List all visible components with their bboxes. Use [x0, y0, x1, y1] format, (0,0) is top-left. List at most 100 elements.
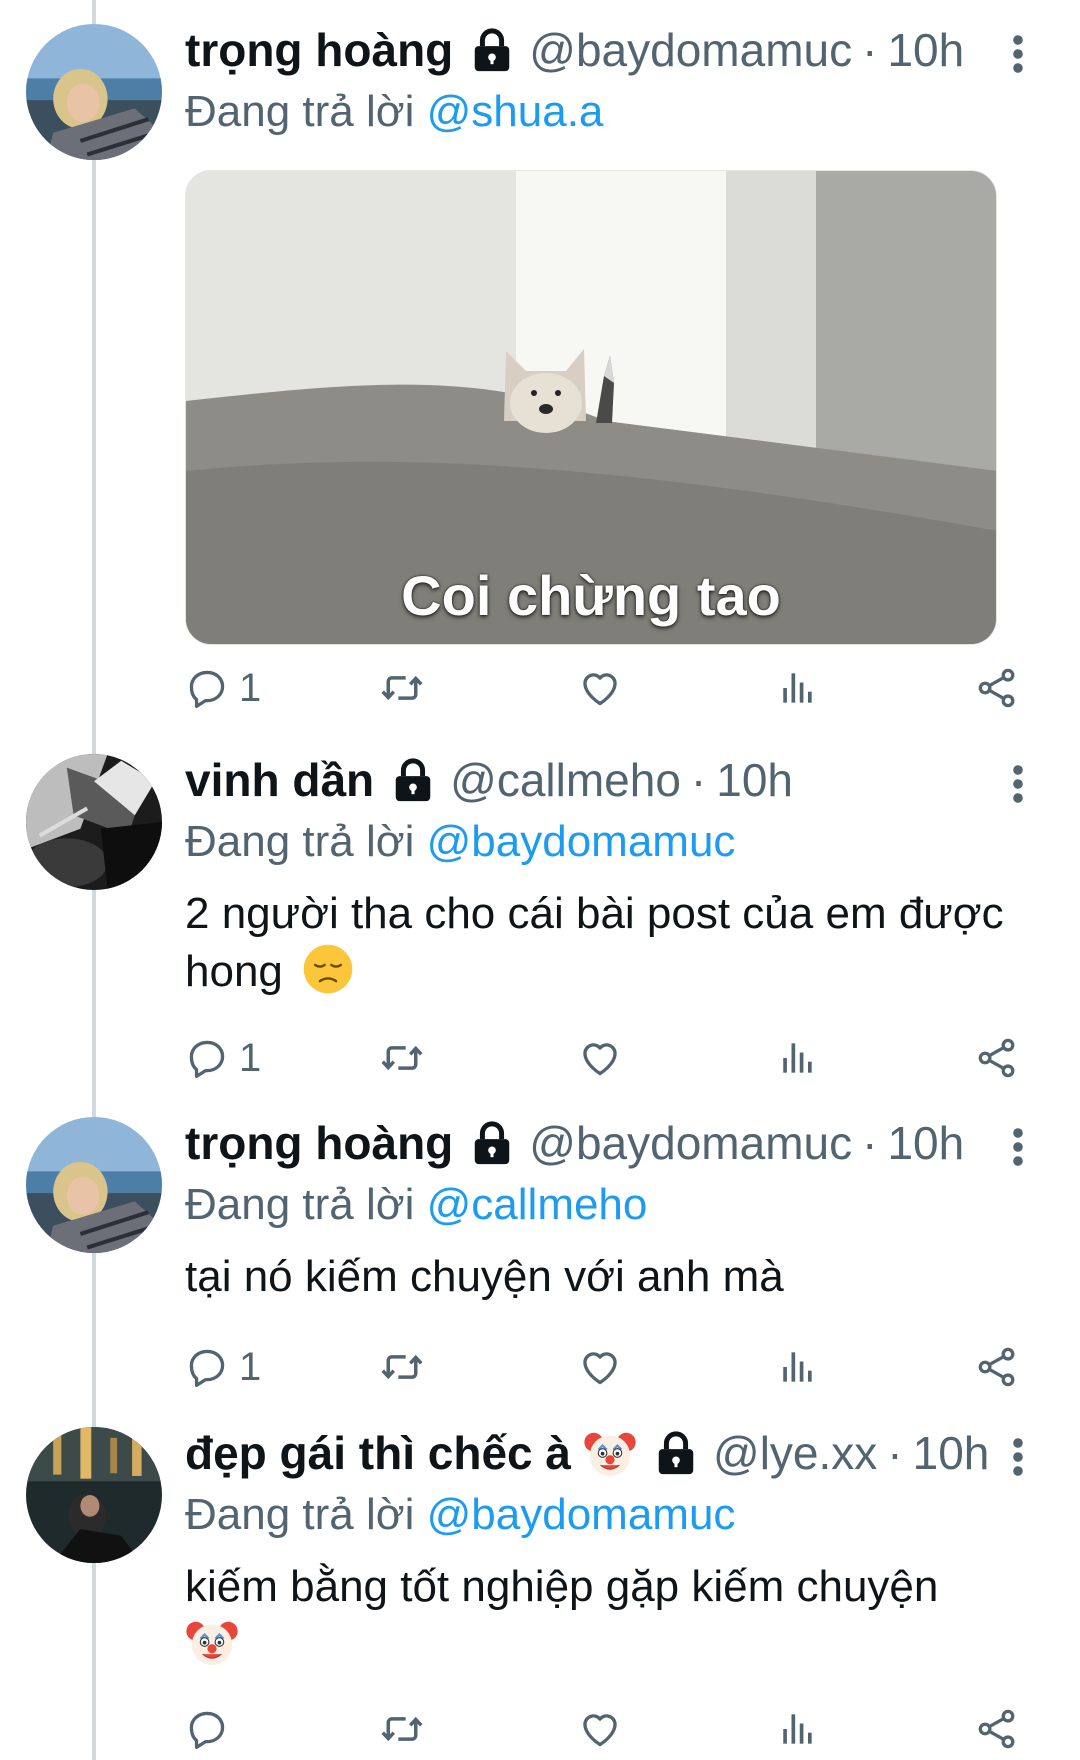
- avatar[interactable]: [26, 754, 162, 890]
- analytics-icon: [775, 1345, 819, 1389]
- avatar-person-night-city: [26, 1427, 162, 1563]
- retweet-icon: [380, 666, 424, 710]
- replying-to-mention[interactable]: @callmeho: [427, 1180, 648, 1229]
- tweet-text-content: tại nó kiếm chuyện với anh mà: [185, 1252, 784, 1301]
- username[interactable]: @baydomamuc: [529, 1113, 852, 1173]
- tweet-media-image[interactable]: Coi chừng tao: [185, 170, 997, 645]
- like-button[interactable]: [578, 1701, 622, 1757]
- timestamp[interactable]: 10h: [887, 20, 964, 80]
- reply-icon: [185, 1036, 229, 1080]
- reply-button[interactable]: [185, 1701, 239, 1757]
- tweet-actions: 1: [185, 1030, 1025, 1086]
- avatar-blonde-person-seaside: [26, 1117, 162, 1253]
- protected-lock-icon: [469, 1120, 515, 1166]
- heart-icon: [578, 1345, 622, 1389]
- tweet-text: 2 người tha cho cái bài post của em được…: [185, 886, 1015, 1000]
- display-name[interactable]: đẹp gái thì chếc à: [185, 1423, 571, 1483]
- tweet[interactable]: vinh dần @callmeho · 10h Đang trả lời @b…: [0, 730, 1080, 1090]
- tweet-actions: [185, 1701, 1025, 1757]
- tweet-header: trọng hoàng @baydomamuc · 10h: [185, 20, 990, 80]
- tweet-header: vinh dần @callmeho · 10h: [185, 750, 990, 810]
- views-button[interactable]: [775, 1701, 819, 1757]
- retweet-button[interactable]: [380, 1701, 424, 1757]
- like-button[interactable]: [578, 660, 622, 716]
- replying-to-label: Đang trả lời: [185, 87, 415, 136]
- tweet-actions: 1: [185, 660, 1025, 716]
- clown-face-emoji-icon: [185, 1615, 239, 1669]
- more-options-icon[interactable]: [1010, 764, 1026, 804]
- reply-icon: [185, 1345, 229, 1389]
- heart-icon: [578, 1036, 622, 1080]
- heart-icon: [578, 666, 622, 710]
- share-icon: [975, 1345, 1019, 1389]
- share-button[interactable]: [975, 660, 1019, 716]
- replying-to: Đang trả lời @shua.a: [185, 84, 603, 140]
- retweet-button[interactable]: [380, 660, 424, 716]
- like-button[interactable]: [578, 1339, 622, 1395]
- timestamp[interactable]: 10h: [913, 1423, 990, 1483]
- tweet-text: kiếm bằng tốt nghiệp gặp kiếm chuyện: [185, 1559, 1015, 1673]
- replying-to-mention[interactable]: @shua.a: [427, 87, 604, 136]
- disappointed-face-emoji-icon: [301, 942, 355, 996]
- retweet-button[interactable]: [380, 1030, 424, 1086]
- views-button[interactable]: [775, 1339, 819, 1395]
- analytics-icon: [775, 1707, 819, 1751]
- retweet-icon: [380, 1036, 424, 1080]
- analytics-icon: [775, 1036, 819, 1080]
- tweet[interactable]: trọng hoàng @baydomamuc · 10h Đang trả l…: [0, 0, 1080, 720]
- reply-button[interactable]: 1: [185, 1339, 261, 1395]
- tweet-actions: 1: [185, 1339, 1025, 1395]
- replying-to-label: Đang trả lời: [185, 1180, 415, 1229]
- reply-count: 1: [239, 665, 262, 710]
- replying-to-mention[interactable]: @baydomamuc: [427, 1490, 736, 1539]
- avatar[interactable]: [26, 1117, 162, 1253]
- tweet-text: tại nó kiếm chuyện với anh mà: [185, 1249, 1015, 1305]
- tweet[interactable]: đẹp gái thì chếc à @lye.xx · 10h Đang tr…: [0, 1403, 1080, 1760]
- share-button[interactable]: [975, 1701, 1019, 1757]
- views-button[interactable]: [775, 1030, 819, 1086]
- more-options-icon[interactable]: [1010, 1437, 1026, 1477]
- retweet-icon: [380, 1345, 424, 1389]
- protected-lock-icon: [653, 1430, 699, 1476]
- reply-count: 1: [239, 1344, 262, 1389]
- replying-to-label: Đang trả lời: [185, 817, 415, 866]
- share-icon: [975, 666, 1019, 710]
- avatar[interactable]: [26, 1427, 162, 1563]
- tweet[interactable]: trọng hoàng @baydomamuc · 10h Đang trả l…: [0, 1093, 1080, 1393]
- separator-dot: ·: [862, 1117, 878, 1169]
- reply-icon: [185, 666, 229, 710]
- username[interactable]: @callmeho: [450, 750, 681, 810]
- retweet-icon: [380, 1707, 424, 1751]
- username[interactable]: @baydomamuc: [529, 20, 852, 80]
- heart-icon: [578, 1707, 622, 1751]
- timestamp[interactable]: 10h: [716, 750, 793, 810]
- username[interactable]: @lye.xx: [713, 1423, 877, 1483]
- avatar[interactable]: [26, 24, 162, 160]
- more-options-icon[interactable]: [1010, 1127, 1026, 1167]
- display-name[interactable]: vinh dần: [185, 750, 374, 810]
- share-icon: [975, 1036, 1019, 1080]
- more-options-icon[interactable]: [1010, 34, 1026, 74]
- views-button[interactable]: [775, 660, 819, 716]
- retweet-button[interactable]: [380, 1339, 424, 1395]
- replying-to: Đang trả lời @baydomamuc: [185, 814, 735, 870]
- tweet-text-content: kiếm bằng tốt nghiệp gặp kiếm chuyện: [185, 1562, 939, 1611]
- reply-count: 1: [239, 1035, 262, 1080]
- avatar-black-white-photo: [26, 754, 162, 890]
- protected-lock-icon: [390, 757, 436, 803]
- share-button[interactable]: [975, 1339, 1019, 1395]
- media-caption: Coi chừng tao: [401, 564, 781, 627]
- share-button[interactable]: [975, 1030, 1019, 1086]
- timestamp[interactable]: 10h: [887, 1113, 964, 1173]
- like-button[interactable]: [578, 1030, 622, 1086]
- separator-dot: ·: [690, 754, 707, 806]
- reply-button[interactable]: 1: [185, 1030, 261, 1086]
- display-name[interactable]: trọng hoàng: [185, 1113, 453, 1173]
- tweet-header: trọng hoàng @baydomamuc · 10h: [185, 1113, 990, 1173]
- display-name[interactable]: trọng hoàng: [185, 20, 453, 80]
- clown-face-emoji-icon: [583, 1426, 637, 1480]
- share-icon: [975, 1707, 1019, 1751]
- avatar-blonde-person-seaside: [26, 24, 162, 160]
- replying-to-mention[interactable]: @baydomamuc: [427, 817, 736, 866]
- reply-button[interactable]: 1: [185, 660, 261, 716]
